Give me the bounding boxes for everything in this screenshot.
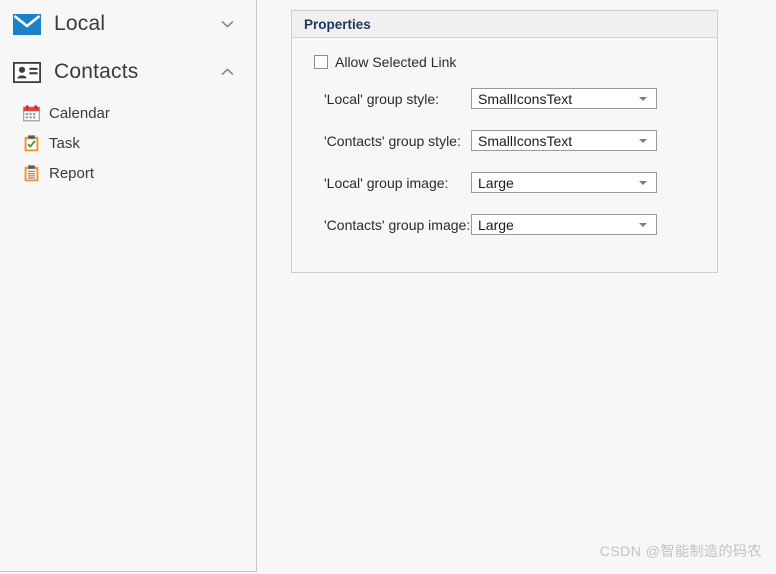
local-group-style-label: 'Local' group style: — [324, 90, 440, 107]
sidebar-item-report[interactable]: Report — [0, 158, 256, 188]
properties-panel: Properties Allow Selected Link 'Local' g… — [291, 10, 718, 273]
sidebar-item-calendar[interactable]: Calendar — [0, 98, 256, 128]
contacts-group-style-label: 'Contacts' group style: — [324, 132, 461, 149]
sidebar-children-contacts: Calendar Task Report — [0, 96, 256, 188]
local-group-style-row: 'Local' group style: SmallIconsText — [292, 88, 717, 109]
local-group-image-value: Large — [478, 174, 514, 191]
calendar-icon — [22, 104, 40, 122]
sidebar-group-local[interactable]: Local — [0, 0, 256, 48]
allow-selected-link-checkbox[interactable] — [314, 55, 328, 69]
contacts-group-image-row: 'Contacts' group image: Large — [292, 214, 717, 235]
sidebar-group-label: Local — [54, 12, 106, 35]
chevron-down-icon[interactable] — [220, 17, 234, 31]
watermark: CSDN @智能制造的码农 — [599, 543, 762, 559]
contact-card-icon — [12, 59, 42, 85]
allow-selected-link-row[interactable]: Allow Selected Link — [314, 52, 717, 72]
allow-selected-link-label: Allow Selected Link — [335, 54, 457, 70]
sidebar-item-label: Calendar — [49, 104, 110, 122]
sidebar-item-label: Task — [49, 134, 80, 152]
local-group-image-label: 'Local' group image: — [324, 174, 449, 191]
local-group-image-row: 'Local' group image: Large — [292, 172, 717, 193]
contacts-group-style-row: 'Contacts' group style: SmallIconsText — [292, 130, 717, 151]
clipboard-lines-icon — [22, 164, 40, 182]
sidebar-item-label: Report — [49, 164, 95, 182]
clipboard-check-icon — [22, 134, 40, 152]
contacts-group-image-label: 'Contacts' group image: — [324, 216, 471, 233]
chevron-down-icon — [639, 180, 647, 185]
local-group-style-value: SmallIconsText — [478, 90, 573, 107]
contacts-group-style-dropdown[interactable]: SmallIconsText — [471, 130, 657, 151]
chevron-down-icon — [639, 222, 647, 227]
contacts-group-image-value: Large — [478, 216, 514, 233]
contacts-group-image-dropdown[interactable]: Large — [471, 214, 657, 235]
chevron-down-icon — [639, 138, 647, 143]
sidebar-group-contacts[interactable]: Contacts — [0, 48, 256, 96]
contacts-group-style-value: SmallIconsText — [478, 132, 573, 149]
sidebar-group-label: Contacts — [54, 60, 139, 83]
properties-panel-title: Properties — [292, 11, 717, 38]
navigation-pane: Local Contacts Calendar Task Report — [0, 0, 257, 572]
envelope-icon — [12, 11, 42, 37]
properties-panel-body: Allow Selected Link 'Local' group style:… — [292, 38, 717, 272]
local-group-style-dropdown[interactable]: SmallIconsText — [471, 88, 657, 109]
local-group-image-dropdown[interactable]: Large — [471, 172, 657, 193]
sidebar-item-task[interactable]: Task — [0, 128, 256, 158]
chevron-down-icon — [639, 96, 647, 101]
chevron-up-icon[interactable] — [220, 65, 234, 79]
